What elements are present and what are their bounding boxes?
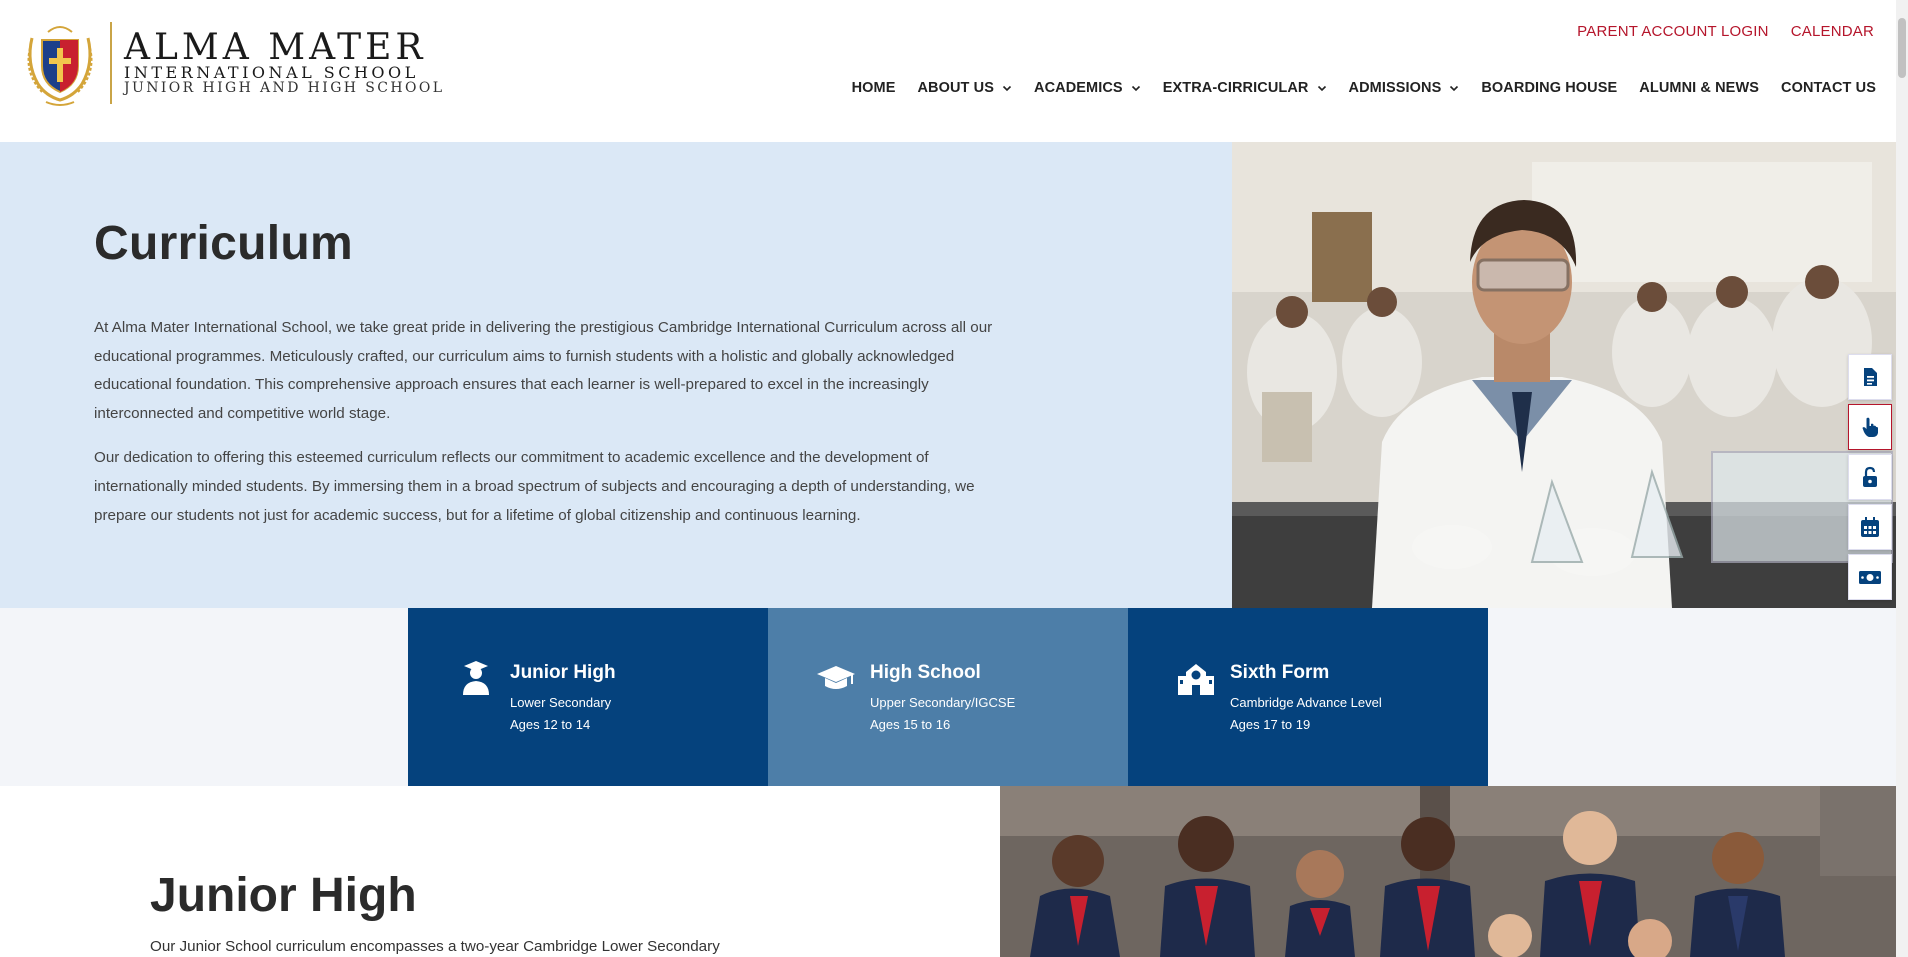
school-stages-band: Junior High Lower Secondary Ages 12 to 1… bbox=[0, 608, 1896, 786]
nav-extra-curricular[interactable]: EXTRA-CIRRICULAR bbox=[1163, 80, 1327, 96]
nav-label: EXTRA-CIRRICULAR bbox=[1162, 80, 1309, 96]
logo-tagline: JUNIOR HIGH AND HIGH SCHOOL bbox=[124, 79, 445, 96]
chevron-down-icon bbox=[1131, 85, 1140, 92]
section-text: Our Junior School curriculum encompasses… bbox=[150, 938, 720, 955]
nav-about-us[interactable]: ABOUT US bbox=[917, 80, 1012, 96]
stage-level: Cambridge Advance Level bbox=[1230, 695, 1382, 710]
logo-name: ALMA MATER bbox=[124, 26, 427, 68]
nav-label: ABOUT US bbox=[917, 80, 994, 96]
stage-text: Sixth Form Cambridge Advance Level Ages … bbox=[1230, 658, 1382, 736]
logo-wordmark: ALMA MATER INTERNATIONAL SCHOOL JUNIOR H… bbox=[124, 26, 445, 96]
students-photo-illustration bbox=[1000, 786, 1896, 957]
nav-contact-us[interactable]: CONTACT US bbox=[1781, 80, 1876, 96]
nav-label: HOME bbox=[851, 80, 896, 96]
stage-text: Junior High Lower Secondary Ages 12 to 1… bbox=[510, 658, 616, 736]
students-group-photo bbox=[1000, 786, 1896, 957]
scrollbar-thumb[interactable] bbox=[1898, 18, 1906, 78]
stage-title: High School bbox=[870, 662, 981, 683]
stage-card-high-school[interactable]: High School Upper Secondary/IGCSE Ages 1… bbox=[768, 608, 1128, 786]
stage-level: Lower Secondary bbox=[510, 695, 612, 710]
nav-label: BOARDING HOUSE bbox=[1481, 80, 1618, 96]
quick-link-calendar[interactable] bbox=[1848, 504, 1892, 550]
page-title: Curriculum bbox=[94, 217, 354, 270]
student-icon bbox=[463, 661, 489, 695]
top-links: PARENT ACCOUNT LOGIN CALENDAR bbox=[1577, 23, 1874, 40]
section-title: Junior High bbox=[150, 869, 417, 922]
school-logo[interactable]: ALMA MATER INTERNATIONAL SCHOOL JUNIOR H… bbox=[20, 18, 444, 108]
unlock-icon bbox=[1863, 466, 1877, 487]
quick-link-enrol[interactable] bbox=[1848, 404, 1892, 450]
nav-label: CONTACT US bbox=[1781, 80, 1876, 96]
logo-subtitle: INTERNATIONAL SCHOOL bbox=[124, 62, 419, 82]
nav-alumni-news[interactable]: ALUMNI & NEWS bbox=[1639, 80, 1759, 96]
stage-ages: Ages 12 to 14 bbox=[510, 717, 591, 732]
nav-label: ACADEMICS bbox=[1034, 80, 1123, 96]
quick-link-login[interactable] bbox=[1848, 454, 1892, 500]
nav-academics[interactable]: ACADEMICS bbox=[1034, 80, 1141, 96]
school-building-icon bbox=[1178, 664, 1214, 695]
hero-description: At Alma Mater International School, we t… bbox=[94, 314, 994, 546]
stage-ages: Ages 15 to 16 bbox=[870, 717, 951, 732]
logo-divider bbox=[110, 22, 112, 104]
chevron-down-icon bbox=[1317, 85, 1326, 92]
quick-link-document[interactable] bbox=[1848, 354, 1892, 400]
main-nav: HOME ABOUT US ACADEMICS EXTRA-CIRRICULAR… bbox=[852, 80, 1876, 96]
hero-paragraph: Our dedication to offering this esteemed… bbox=[94, 449, 975, 524]
stage-card-sixth-form[interactable]: Sixth Form Cambridge Advance Level Ages … bbox=[1128, 608, 1488, 786]
money-icon bbox=[1859, 571, 1881, 584]
curriculum-hero: Curriculum At Alma Mater International S… bbox=[0, 142, 1896, 608]
parent-login-link[interactable]: PARENT ACCOUNT LOGIN bbox=[1577, 23, 1769, 40]
school-crest-icon bbox=[27, 26, 93, 106]
calendar-link[interactable]: CALENDAR bbox=[1791, 23, 1874, 40]
nav-label: ADMISSIONS bbox=[1348, 80, 1442, 96]
lab-student-photo bbox=[1232, 142, 1896, 608]
quick-link-fees[interactable] bbox=[1848, 554, 1892, 600]
pointer-hand-icon bbox=[1862, 417, 1878, 437]
chevron-down-icon bbox=[1450, 85, 1459, 92]
page-scrollbar[interactable] bbox=[1896, 0, 1908, 957]
stage-card-junior-high[interactable]: Junior High Lower Secondary Ages 12 to 1… bbox=[408, 608, 768, 786]
document-icon bbox=[1864, 368, 1877, 386]
stage-level: Upper Secondary/IGCSE bbox=[870, 695, 1016, 710]
calendar-icon bbox=[1861, 517, 1879, 537]
lab-photo-illustration bbox=[1232, 142, 1896, 608]
graduation-cap-icon bbox=[817, 666, 855, 689]
nav-boarding-house[interactable]: BOARDING HOUSE bbox=[1481, 80, 1617, 96]
chevron-down-icon bbox=[1002, 85, 1012, 92]
stage-title: Junior High bbox=[510, 662, 616, 683]
hero-paragraph: At Alma Mater International School, we t… bbox=[94, 319, 993, 422]
nav-home[interactable]: HOME bbox=[852, 80, 896, 96]
stage-text: High School Upper Secondary/IGCSE Ages 1… bbox=[870, 658, 1015, 736]
junior-high-section: Junior High Our Junior School curriculum… bbox=[0, 786, 1896, 957]
school-stages: Junior High Lower Secondary Ages 12 to 1… bbox=[408, 608, 1488, 786]
site-header: ALMA MATER INTERNATIONAL SCHOOL JUNIOR H… bbox=[0, 0, 1896, 142]
nav-admissions[interactable]: ADMISSIONS bbox=[1349, 80, 1460, 96]
nav-label: ALUMNI & NEWS bbox=[1639, 80, 1760, 96]
stage-title: Sixth Form bbox=[1230, 662, 1330, 683]
quick-links-bar bbox=[1848, 354, 1892, 604]
stage-ages: Ages 17 to 19 bbox=[1230, 717, 1311, 732]
